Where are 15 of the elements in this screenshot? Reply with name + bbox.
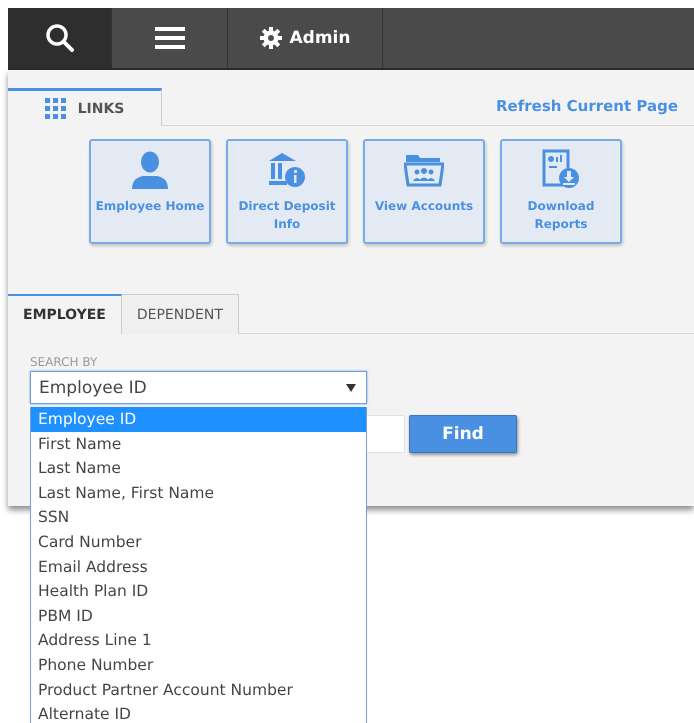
caret-icon bbox=[346, 384, 356, 392]
grid-icon bbox=[44, 98, 66, 119]
search-tab[interactable]: EMPLOYEE bbox=[8, 294, 122, 334]
search-tab[interactable]: DEPENDENT bbox=[122, 294, 239, 334]
search-by-dropdown[interactable]: Employee ID bbox=[30, 371, 367, 404]
search-button[interactable] bbox=[8, 8, 112, 68]
links-tab[interactable]: LINKS bbox=[8, 88, 162, 126]
settings-icon bbox=[260, 27, 282, 49]
menu-icon bbox=[154, 26, 184, 50]
folder-people-icon bbox=[404, 153, 444, 187]
field-label: SEARCH BY bbox=[30, 355, 98, 369]
bank-info-icon bbox=[268, 151, 306, 189]
search-icon bbox=[44, 23, 74, 53]
report-download-icon bbox=[542, 149, 580, 191]
person-icon bbox=[131, 151, 169, 189]
